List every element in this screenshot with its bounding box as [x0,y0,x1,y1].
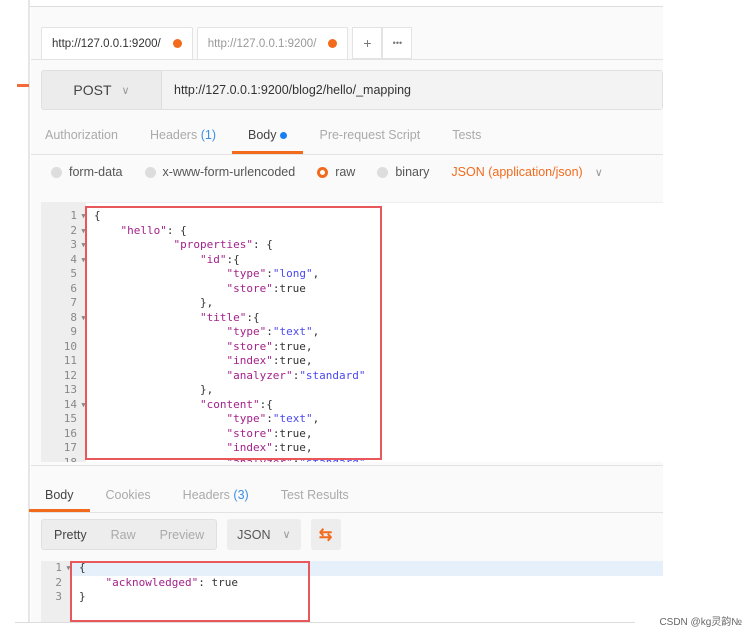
line-number: 15 [63,412,77,425]
tab-body[interactable]: Body [232,120,303,154]
divider [31,154,663,155]
radio-form-data[interactable]: form-data [51,165,123,179]
radio-label: binary [395,165,430,179]
tab-label: Cookies [105,488,151,502]
request-bar: POST ∨ http://127.0.0.1:9200/blog2/hello/… [41,70,663,110]
line-number: 13 [63,383,77,396]
divider [31,512,663,513]
tab-prerequest-script[interactable]: Pre-request Script [319,120,420,154]
tab-cookies[interactable]: Cookies [106,480,151,512]
method-select[interactable]: POST ∨ [42,71,162,109]
line-number: 2 [55,575,62,589]
line-number: 3 [55,590,62,603]
response-toolbar: Pretty Raw Preview JSON ∨ ⇆ [41,519,341,550]
line-number: 12 [63,368,77,382]
radio-label: x-www-form-urlencoded [162,165,296,179]
modified-dot-icon [280,132,288,140]
line-number: 4 [70,252,77,266]
chevron-down-icon: ∨ [282,529,291,541]
line-number: 14 [63,397,77,411]
line-number: 17 [63,441,77,454]
divider [31,59,663,60]
tab-response-body[interactable]: Body [29,480,89,512]
tab-label: Pre-request Script [319,128,421,142]
tab-label: Tests [452,128,482,142]
line-number: 11 [63,354,77,367]
line-number: 1 [55,561,62,574]
response-body-viewer: 1 ▼{2 "acknowledged": true 3} [41,561,663,622]
tab-label: Headers [182,488,230,502]
sidebar [0,0,30,622]
tab-label: Body [45,488,74,502]
more-tabs-button[interactable]: ••• [382,27,413,59]
radio-icon [144,166,156,178]
request-subtabs: Authorization Headers (1) Body Pre-reque… [45,120,513,154]
wrap-lines-icon[interactable]: ⇆ [310,519,341,550]
tab-label: http://127.0.0.1:9200/ [52,37,161,50]
pretty-button[interactable]: Pretty [42,528,99,542]
radio-icon [51,166,62,178]
tab-label: Body [247,128,277,142]
tab-label: Authorization [45,128,118,142]
line-number: 16 [63,426,77,440]
tab-label: Headers [149,128,198,142]
headers-count: (1) [200,128,216,142]
line-number: 2 [70,223,77,237]
line-number: 6 [70,281,77,295]
line-number: 9 [70,325,77,338]
radio-label: raw [335,165,356,179]
unsaved-dot-icon [328,39,338,48]
raw-button[interactable]: Raw [99,528,148,542]
tab-label: Test Results [280,488,349,502]
tab-headers[interactable]: Headers (1) [150,120,216,154]
line-number: 1 [70,209,77,222]
tab-authorization[interactable]: Authorization [45,120,118,154]
method-label: POST [73,82,112,98]
view-mode-group: Pretty Raw Preview [41,519,218,550]
content-type-label: JSON (application/json) [451,165,583,179]
format-label: JSON [237,527,271,542]
format-select[interactable]: JSON ∨ [227,519,301,550]
watermark: CSDN @kg灵韵№ [659,617,742,628]
request-tab[interactable]: http://127.0.0.1:9200/ [41,27,193,59]
request-tab[interactable]: http://127.0.0.1:9200/ [196,27,349,59]
radio-icon [377,166,389,178]
line-number: 7 [70,296,77,309]
request-tabs-bar: http://127.0.0.1:9200/ http://127.0.0.1:… [41,27,413,59]
radio-binary[interactable]: binary [377,165,429,179]
line-number: 10 [63,339,77,353]
content-type-select[interactable]: JSON (application/json) ∨ [451,165,602,179]
sidebar-active-marker [17,84,29,87]
radio-raw[interactable]: raw [317,165,355,179]
request-panel: http://127.0.0.1:9200/ http://127.0.0.1:… [29,7,663,622]
line-number: 3 [70,238,77,251]
headers-count: (3) [233,488,249,502]
divider [15,622,635,623]
request-body-editor[interactable]: 1 ▼{2 ▼ "hello": {3 ▼ "properties": {4 ▼ "id… [41,202,663,462]
radio-label: form-data [69,165,123,179]
radio-urlencoded[interactable]: x-www-form-urlencoded [144,165,296,179]
tab-tests[interactable]: Tests [452,120,481,154]
highlight-box [85,206,382,460]
url-input[interactable]: http://127.0.0.1:9200/blog2/hello/_mappi… [162,71,662,109]
new-tab-button[interactable]: + [352,27,383,59]
chevron-down-icon: ∨ [121,84,130,97]
unsaved-dot-icon [172,39,182,48]
highlight-box [70,561,310,622]
line-number: 5 [70,267,77,280]
line-number: 8 [70,310,77,324]
chevron-down-icon: ∨ [594,166,603,179]
tab-label: http://127.0.0.1:9200/ [207,37,317,50]
divider [31,465,663,466]
body-mode-options: form-data x-www-form-urlencoded raw bina… [51,165,603,179]
tab-response-headers[interactable]: Headers (3) [183,480,249,512]
line-number: 18 [63,455,77,463]
preview-button[interactable]: Preview [148,528,216,542]
response-tabs: Body Cookies Headers (3) Test Results [29,480,381,512]
tab-test-results[interactable]: Test Results [281,480,349,512]
radio-selected-icon [317,166,329,178]
